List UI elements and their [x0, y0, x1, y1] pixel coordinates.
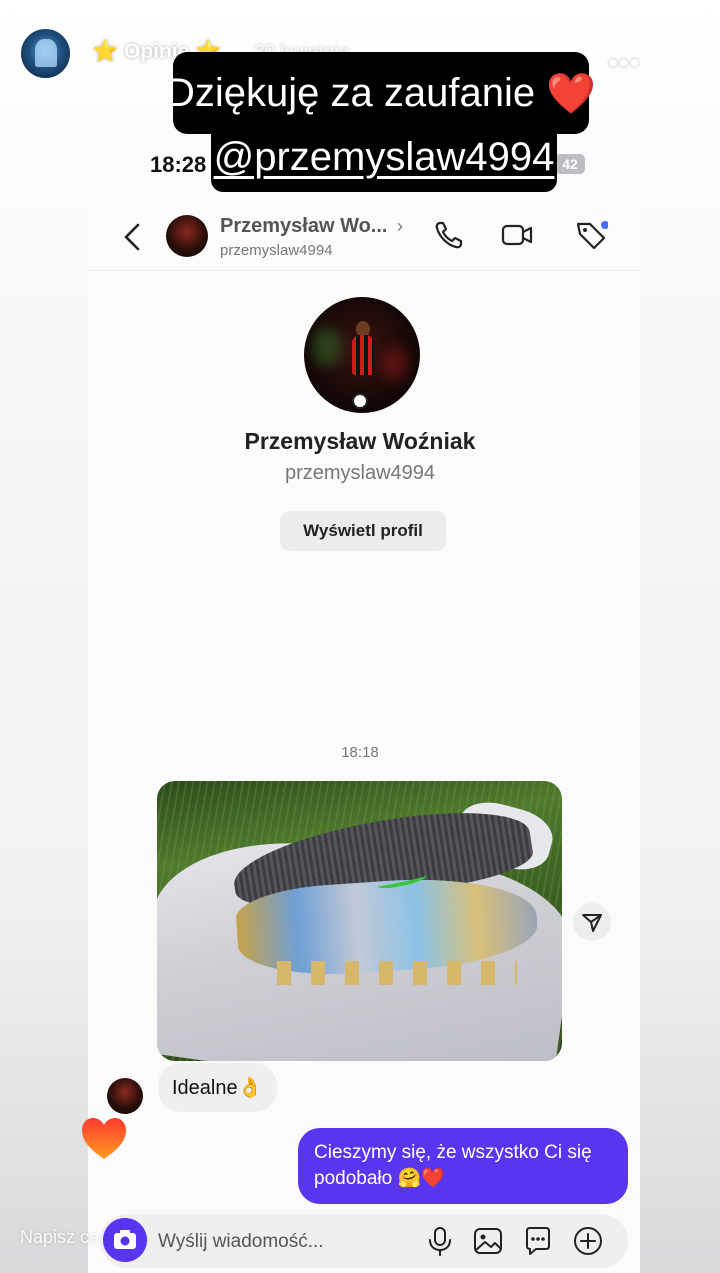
- soccer-ball-icon: [352, 393, 368, 409]
- profile-avatar[interactable]: [304, 297, 420, 413]
- phone-icon[interactable]: [432, 218, 466, 252]
- message-timestamp: 18:18: [341, 744, 379, 761]
- photo-message[interactable]: [157, 781, 562, 1061]
- message-input[interactable]: [158, 1228, 408, 1256]
- sender-avatar[interactable]: [107, 1078, 143, 1114]
- profile-name: Przemysław Woźniak: [244, 428, 476, 454]
- status-bar-time: 18:28: [150, 152, 207, 177]
- back-arrow-icon[interactable]: [118, 221, 146, 253]
- dm-header-avatar[interactable]: [166, 215, 208, 257]
- avatar-glow: [382, 347, 408, 381]
- story-progress-fill: [14, 13, 706, 16]
- microphone-icon[interactable]: [424, 1225, 456, 1257]
- tag-icon[interactable]: [574, 218, 608, 252]
- story-mention-overlay[interactable]: @przemyslaw4994: [211, 122, 557, 192]
- camera-icon[interactable]: [103, 1218, 147, 1262]
- avatar-player-body: [352, 335, 374, 375]
- story-avatar[interactable]: [19, 27, 72, 80]
- photo-studs: [277, 961, 517, 985]
- sticker-icon[interactable]: [522, 1225, 554, 1257]
- avatar-glow: [312, 327, 342, 367]
- close-icon[interactable]: [668, 33, 708, 73]
- more-options-icon[interactable]: •••: [608, 49, 640, 77]
- outgoing-message[interactable]: Cieszymy się, że wszystko Ci się podobał…: [298, 1128, 628, 1204]
- dm-header-name[interactable]: Przemysław Wo...: [220, 215, 387, 238]
- plus-icon[interactable]: [572, 1225, 604, 1257]
- heart-icon: ❤️: [546, 71, 597, 116]
- header-divider: [88, 270, 640, 271]
- profile-username: przemyslaw4994: [284, 462, 436, 484]
- chevron-right-icon[interactable]: ›: [397, 216, 403, 237]
- heart-reaction-icon[interactable]: [80, 1116, 128, 1162]
- gallery-icon[interactable]: [472, 1225, 504, 1257]
- video-icon[interactable]: [500, 218, 534, 252]
- story-progress-bar: [14, 13, 706, 16]
- battery-indicator: 42: [555, 154, 585, 174]
- dm-header-username: przemyslaw4994: [220, 242, 333, 259]
- overlay-text: Dziękuję za zaufanie: [165, 70, 536, 115]
- view-profile-button[interactable]: Wyświetl profil: [280, 511, 446, 551]
- incoming-message[interactable]: Idealne👌: [158, 1063, 277, 1112]
- share-icon[interactable]: [573, 903, 611, 941]
